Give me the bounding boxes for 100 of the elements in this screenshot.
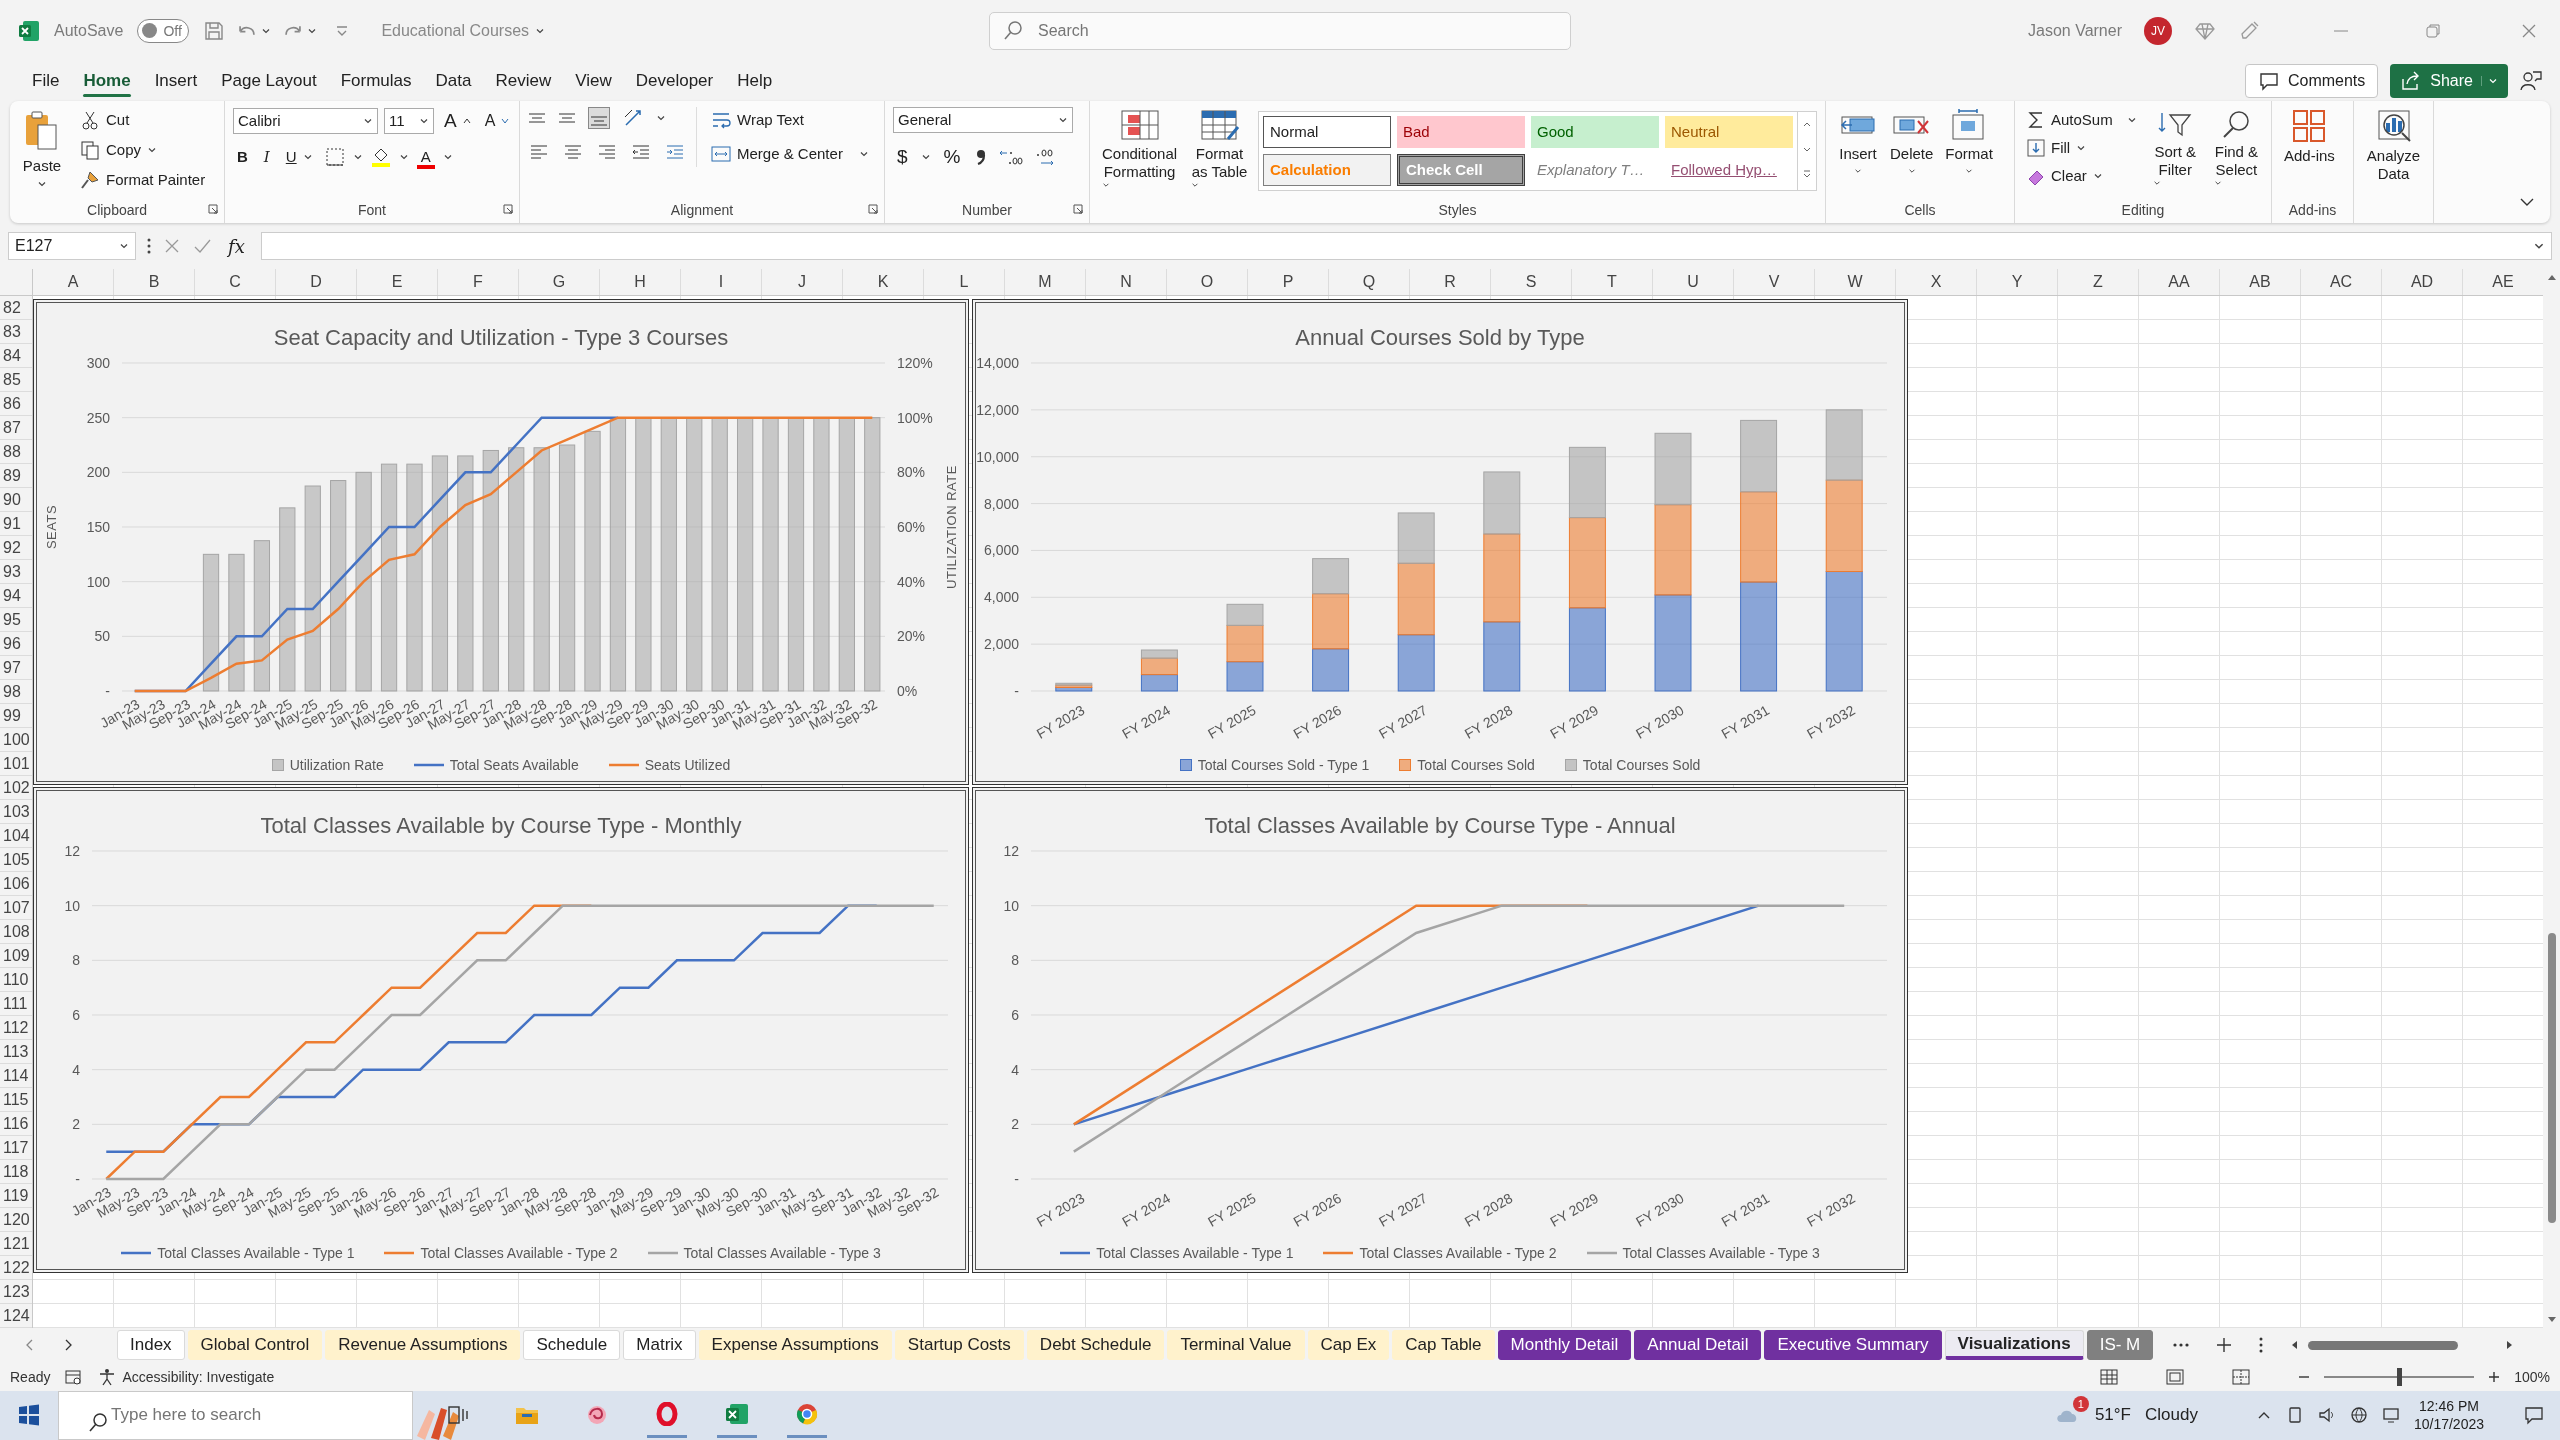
sheet-tab[interactable]: Monthly Detail [1497,1330,1632,1361]
row-header[interactable]: 92 [0,536,32,561]
menu-tab[interactable]: Formulas [328,64,424,97]
cell-style[interactable]: Neutral [1665,115,1793,148]
row-header[interactable]: 116 [0,1112,32,1137]
italic-button[interactable]: I [259,144,274,169]
row-header[interactable]: 118 [0,1160,32,1185]
row-header[interactable]: 86 [0,392,32,417]
sheet-tab[interactable]: Visualizations [1944,1330,2084,1361]
format-button[interactable]: Format [1941,106,1997,177]
row-header[interactable]: 106 [0,872,32,897]
row-header[interactable]: 98 [0,680,32,705]
conditional-formatting-button[interactable]: Conditional Formatting [1098,106,1182,191]
cut-button[interactable]: Cut [76,106,210,133]
fill-button[interactable]: Fill [2023,134,2141,161]
analyze-data-button[interactable]: Analyze Data [2362,106,2425,185]
column-header[interactable]: L [924,269,1005,296]
column-header[interactable]: Y [1977,269,2058,296]
row-header[interactable]: 89 [0,464,32,489]
row-header[interactable]: 121 [0,1232,32,1257]
column-header[interactable]: U [1653,269,1734,296]
row-header[interactable]: 110 [0,968,32,993]
percent-button[interactable]: % [939,142,965,171]
row-header[interactable]: 82 [0,296,32,321]
column-header[interactable]: Z [2058,269,2139,296]
column-header[interactable]: P [1248,269,1329,296]
row-header[interactable]: 94 [0,584,32,609]
row-header[interactable]: 97 [0,656,32,681]
row-header[interactable]: 123 [0,1280,32,1305]
menu-tab[interactable]: Data [423,64,484,97]
sheet-tab[interactable]: Debt Schedule [1026,1330,1165,1361]
row-header[interactable]: 93 [0,560,32,585]
column-header[interactable]: AC [2301,269,2382,296]
row-header[interactable]: 103 [0,800,32,825]
accessibility-status[interactable]: Accessibility: Investigate [122,1368,275,1385]
cell-style[interactable]: Good [1531,115,1659,148]
wrap-text-button[interactable]: Wrap Text [707,106,873,133]
column-header[interactable]: E [357,269,438,296]
sheet-tab[interactable]: Matrix [623,1330,696,1361]
row-header[interactable]: 111 [0,992,32,1017]
insert-button[interactable]: Insert [1834,106,1882,177]
sort-filter-button[interactable]: Sort & Filter [2148,106,2202,189]
column-header[interactable]: B [114,269,195,296]
font-family-field[interactable]: Calibri [233,107,378,134]
cell-style[interactable]: Explanatory T… [1531,153,1659,186]
bold-button[interactable]: B [233,145,252,169]
share-button[interactable]: Share [2390,63,2508,98]
scroll-thumb[interactable] [2308,1340,2459,1350]
row-header[interactable]: 90 [0,488,32,513]
sheet-tab[interactable]: Cap Table [1392,1330,1495,1361]
menu-tab[interactable]: Developer [623,64,726,97]
formula-input[interactable] [260,232,2552,261]
sheet-tab[interactable]: Expense Assumptions [698,1330,892,1361]
sheet-tab[interactable]: Schedule [523,1330,621,1361]
insert-function-button[interactable]: fx [222,235,251,257]
zoom-level[interactable]: 100% [2514,1368,2550,1385]
menu-tab[interactable]: View [563,64,624,97]
sheet-tab[interactable]: IS- M [2086,1330,2154,1361]
shrink-font-button[interactable]: A [480,108,514,133]
row-header[interactable]: 107 [0,896,32,921]
column-header[interactable]: C [195,269,276,296]
sheet-tab[interactable]: Global Control [187,1330,323,1361]
column-header[interactable]: AA [2139,269,2220,296]
clear-button[interactable]: Clear [2023,162,2141,189]
row-header[interactable]: 85 [0,368,32,393]
menu-tab[interactable]: Help [725,64,785,97]
row-header[interactable]: 113 [0,1040,32,1065]
column-header[interactable]: H [600,269,681,296]
column-header[interactable]: K [843,269,924,296]
taskbar-search-field[interactable]: Type here to search [58,1391,413,1440]
sheet-tab[interactable]: Revenue Assumptions [325,1330,521,1361]
column-header[interactable]: R [1410,269,1491,296]
column-header[interactable]: J [762,269,843,296]
column-header[interactable]: O [1167,269,1248,296]
sheet-tab[interactable]: Startup Costs [894,1330,1024,1361]
row-header[interactable]: 102 [0,776,32,801]
column-header[interactable]: M [1005,269,1086,296]
name-box[interactable]: E127 [8,232,136,261]
grow-font-button[interactable]: A [440,106,475,135]
user-avatar[interactable]: JV [2144,16,2172,45]
column-header[interactable]: AB [2220,269,2301,296]
row-header[interactable]: 91 [0,512,32,537]
sheet-tab[interactable]: Terminal Value [1167,1330,1305,1361]
search-field[interactable]: Search [989,11,1571,50]
row-header[interactable]: 88 [0,440,32,465]
copy-button[interactable]: Copy [76,136,210,163]
sheet-tab[interactable]: Executive Summary [1764,1330,1942,1361]
paste-button[interactable]: Paste [18,106,66,191]
format-painter-button[interactable]: Format Painter [76,166,210,193]
row-header[interactable]: 109 [0,944,32,969]
row-header[interactable]: 99 [0,704,32,729]
row-header[interactable]: 84 [0,344,32,369]
row-header[interactable]: 108 [0,920,32,945]
column-header[interactable]: I [681,269,762,296]
scroll-thumb[interactable] [2547,933,2556,1224]
column-header[interactable]: W [1815,269,1896,296]
row-header[interactable]: 105 [0,848,32,873]
menu-tab[interactable]: File [20,64,72,97]
column-header[interactable]: T [1572,269,1653,296]
column-header[interactable]: AD [2382,269,2463,296]
